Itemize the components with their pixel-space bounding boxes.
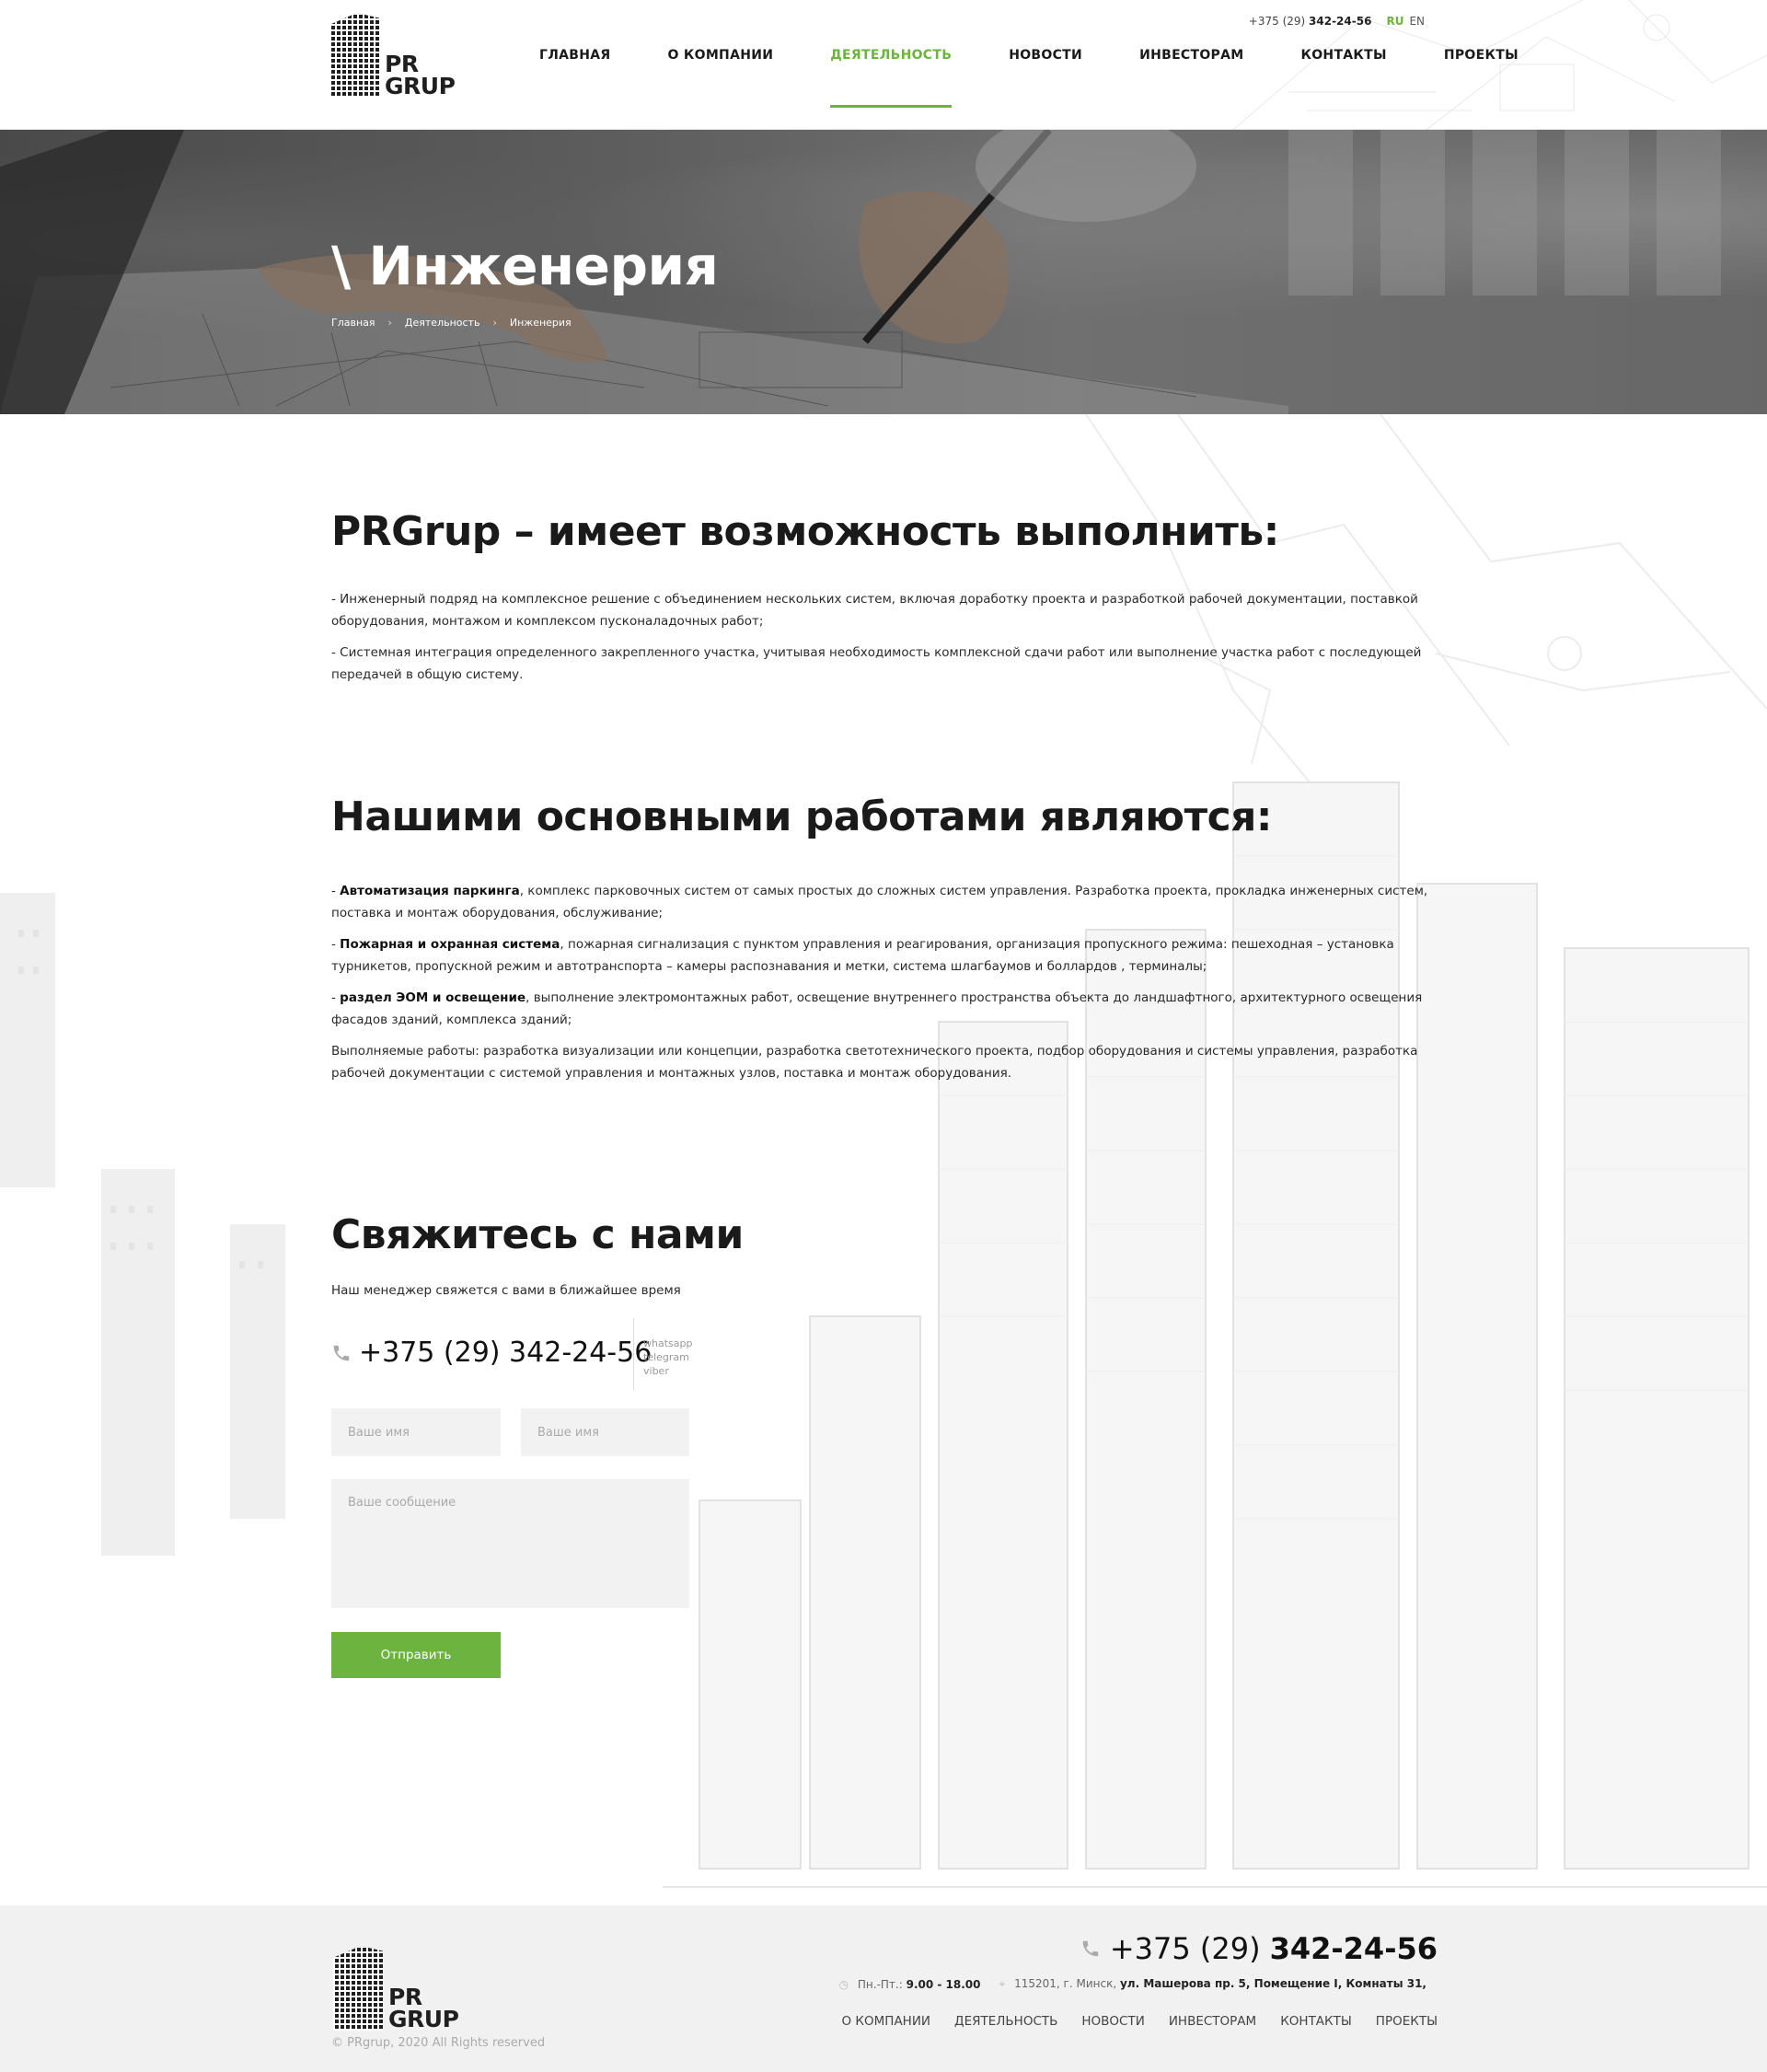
nav-activity[interactable]: ДЕЯТЕЛЬНОСТЬ xyxy=(830,48,953,108)
site-header: PR GRUP +375 (29) 342-24-56 RU EN ГЛАВНА… xyxy=(0,0,1767,130)
logo-text: PR GRUP xyxy=(388,1985,459,2032)
work-item-heading: Автоматизация паркинга xyxy=(340,884,520,898)
footer-nav-investors[interactable]: ИНВЕСТОРАМ xyxy=(1169,2014,1256,2029)
nav-projects[interactable]: ПРОЕКТЫ xyxy=(1444,48,1519,108)
work-item-text: Выполняемые работы: разработка визуализа… xyxy=(331,1044,1418,1081)
footer-logo[interactable]: PR GRUP xyxy=(333,1946,462,2032)
footer-nav-activity[interactable]: ДЕЯТЕЛЬНОСТЬ xyxy=(954,2014,1057,2029)
lang-ru[interactable]: RU xyxy=(1386,15,1403,28)
site-footer: PR GRUP © PRgrup, 2020 All Rights reserv… xyxy=(0,1905,1767,2072)
work-item-electrical: - раздел ЭОМ и освещение, выполнение эле… xyxy=(331,987,1436,1031)
chevron-right-icon: › xyxy=(492,317,497,329)
hero-banner: \ Инженерия Главная › Деятельность › Инж… xyxy=(0,130,1767,414)
messenger-whatsapp[interactable]: whatsapp xyxy=(643,1337,692,1349)
name-input-2[interactable] xyxy=(521,1408,689,1456)
messenger-list: whatsapp telegram viber xyxy=(633,1318,692,1390)
work-item-performed: Выполняемые работы: разработка визуализа… xyxy=(331,1040,1436,1084)
page-title: \ Инженерия xyxy=(331,235,719,297)
lang-en[interactable]: EN xyxy=(1409,15,1425,28)
header-phone[interactable]: +375 (29) 342-24-56 xyxy=(1249,15,1372,28)
section-works-title: Нашими основными работами являются: xyxy=(331,793,1273,840)
nav-investors[interactable]: ИНВЕСТОРАМ xyxy=(1139,48,1243,108)
footer-phone-prefix: +375 (29) xyxy=(1109,1931,1261,1966)
footer-hours-label: Пн.-Пт.: xyxy=(857,1977,903,1991)
contact-subtitle: Наш менеджер свяжется с вами в ближайшее… xyxy=(331,1283,681,1298)
logo-building-icon xyxy=(329,13,379,98)
footer-nav-about[interactable]: О КОМПАНИИ xyxy=(842,2014,931,2029)
footer-nav-news[interactable]: НОВОСТИ xyxy=(1081,2014,1144,2029)
breadcrumb-activity[interactable]: Деятельность xyxy=(405,317,480,329)
footer-hours: ◷ Пн.-Пт.: 9.00 - 18.00 xyxy=(839,1978,981,1991)
work-item-heading: раздел ЭОМ и освещение xyxy=(340,990,526,1005)
footer-nav: О КОМПАНИИ ДЕЯТЕЛЬНОСТЬ НОВОСТИ ИНВЕСТОР… xyxy=(842,2014,1438,2029)
footer-address-prefix: 115201, г. Минск, xyxy=(1014,1977,1117,1990)
header-topbar: +375 (29) 342-24-56 RU EN xyxy=(1249,15,1425,28)
phone-icon xyxy=(333,1345,350,1360)
message-textarea[interactable] xyxy=(331,1479,689,1608)
messenger-telegram[interactable]: telegram xyxy=(643,1351,689,1363)
map-pin-icon: ⌖ xyxy=(999,1977,1006,1990)
work-item-prefix: - xyxy=(331,937,341,952)
chevron-right-icon: › xyxy=(387,317,392,329)
contact-title: Свяжитесь с нами xyxy=(331,1211,744,1258)
nav-about[interactable]: О КОМПАНИИ xyxy=(668,48,774,108)
submit-button[interactable]: Отправить xyxy=(331,1632,501,1678)
work-item-prefix: - xyxy=(331,884,341,898)
name-input[interactable] xyxy=(331,1408,501,1456)
contact-phone[interactable]: +375 (29) 342-24-56 xyxy=(331,1337,652,1369)
copyright: © PRgrup, 2020 All Rights reserved xyxy=(331,2036,546,2050)
work-item-prefix: - xyxy=(331,990,341,1005)
site-logo[interactable]: PR GRUP xyxy=(329,13,458,99)
footer-phone[interactable]: +375 (29) 342-24-56 xyxy=(1080,1931,1438,1966)
clock-icon: ◷ xyxy=(838,1977,849,1991)
breadcrumb-home[interactable]: Главная xyxy=(331,317,375,329)
breadcrumb-current: Инженерия xyxy=(509,317,572,329)
header-phone-prefix: +375 (29) xyxy=(1248,15,1306,28)
work-item-fire-security: - Пожарная и охранная система, пожарная … xyxy=(331,933,1436,978)
nav-news[interactable]: НОВОСТИ xyxy=(1009,48,1082,108)
footer-address: ⌖ 115201, г. Минск, ул. Машерова пр. 5, … xyxy=(999,1977,1426,1991)
nav-home[interactable]: ГЛАВНАЯ xyxy=(539,48,611,108)
footer-nav-projects[interactable]: ПРОЕКТЫ xyxy=(1376,2014,1438,2029)
main-nav: ГЛАВНАЯ О КОМПАНИИ ДЕЯТЕЛЬНОСТЬ НОВОСТИ … xyxy=(539,48,1519,108)
header-phone-main: 342-24-56 xyxy=(1309,15,1372,28)
work-item-parking: - Автоматизация паркинга, комплекс парко… xyxy=(331,880,1436,924)
footer-info: ◷ Пн.-Пт.: 9.00 - 18.00 ⌖ 115201, г. Мин… xyxy=(839,1977,1426,1991)
logo-text: PR GRUP xyxy=(385,52,456,99)
footer-phone-main: 342-24-56 xyxy=(1269,1931,1438,1966)
breadcrumb: Главная › Деятельность › Инженерия xyxy=(331,317,572,329)
section-capabilities-title: PRGrup – имеет возможность выполнить: xyxy=(331,508,1279,555)
messenger-viber[interactable]: viber xyxy=(643,1365,669,1377)
logo-line-2: GRUP xyxy=(385,73,456,99)
logo-building-icon xyxy=(333,1946,383,2031)
work-item-heading: Пожарная и охранная система xyxy=(340,937,560,952)
phone-icon xyxy=(1082,1940,1099,1957)
capability-item-2: - Системная интеграция определенного зак… xyxy=(331,645,1422,682)
language-switcher: RU EN xyxy=(1386,15,1425,28)
footer-hours-value: 9.00 - 18.00 xyxy=(906,1977,981,1991)
footer-nav-contacts[interactable]: КОНТАКТЫ xyxy=(1280,2014,1352,2029)
contact-phone-number: +375 (29) 342-24-56 xyxy=(359,1337,653,1369)
city-sketch-background xyxy=(0,414,1767,1888)
nav-contacts[interactable]: КОНТАКТЫ xyxy=(1300,48,1386,108)
hero-overlay xyxy=(0,130,1767,414)
capability-item-1: - Инженерный подряд на комплексное решен… xyxy=(331,592,1418,629)
footer-address-main: ул. Машерова пр. 5, Помещение I, Комнаты… xyxy=(1119,1977,1426,1990)
logo-line-2: GRUP xyxy=(388,2006,459,2032)
